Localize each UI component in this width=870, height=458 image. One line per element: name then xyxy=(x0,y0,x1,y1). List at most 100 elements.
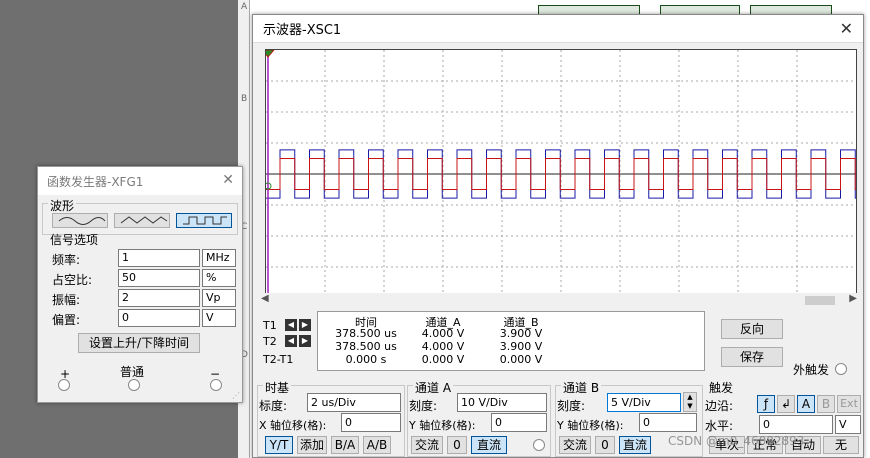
ruler-label-b: B xyxy=(241,94,248,104)
square-wave-icon xyxy=(183,216,227,225)
t2-t1-label: T2-T1 xyxy=(263,353,294,366)
channel-a-terminal[interactable] xyxy=(533,439,545,451)
triangle-wave-button[interactable] xyxy=(114,213,170,228)
timebase-scale-input[interactable]: 2 us/Div xyxy=(307,393,401,412)
channel-a-dc-button[interactable]: 直流 xyxy=(471,436,507,454)
channel-b-scale-label: 刻度: xyxy=(557,399,586,413)
sine-wave-icon xyxy=(58,217,106,225)
signal-options-label: 信号选项 xyxy=(50,233,99,247)
channel-a-zero-button[interactable]: 0 xyxy=(447,436,467,454)
readout-cell: 378.500 us xyxy=(335,340,397,353)
rise-fall-time-button[interactable]: 设置上升/下降时间 xyxy=(78,333,200,353)
timebase-scale-label: 标度: xyxy=(259,399,288,413)
channel-a-title: 通道 A xyxy=(413,379,454,396)
offset-label: 偏置: xyxy=(52,313,81,327)
save-button[interactable]: 保存 xyxy=(721,347,783,367)
scroll-left-icon[interactable]: ◀ xyxy=(261,293,269,304)
x-position-input[interactable]: 0 xyxy=(341,413,401,432)
channel-b-scale-input[interactable]: 5 V/Div xyxy=(607,393,681,412)
trigger-none-button[interactable]: 无 xyxy=(823,436,859,454)
t1-right-icon[interactable]: ▶ xyxy=(299,319,311,331)
t2-label: T2 xyxy=(263,335,277,348)
common-terminal-label: 普通 xyxy=(120,365,145,379)
channel-a-ypos-input[interactable]: 0 xyxy=(491,413,547,432)
readout-header-time: 时间 xyxy=(355,316,377,329)
t2-left-icon[interactable]: ◀ xyxy=(285,335,297,347)
readout-cell: 3.900 V xyxy=(499,340,543,353)
channel-b-dc-button[interactable]: 直流 xyxy=(619,436,651,454)
offset-input[interactable]: 0 xyxy=(118,309,200,327)
cursor-marker-icon xyxy=(261,49,275,58)
duty-cycle-label: 占空比: xyxy=(52,273,93,287)
trigger-source-a-button[interactable]: A xyxy=(797,395,815,413)
frequency-unit[interactable]: MHz xyxy=(202,249,236,267)
oscilloscope-window: 示波器-XSC1 ✕ ◀ ▶ T1 ◀ ▶ T2 ◀ ▶ T2-T1 时间 37… xyxy=(252,14,864,458)
t1-left-icon[interactable]: ◀ xyxy=(285,319,297,331)
function-generator-title: 函数发生器-XFG1 xyxy=(38,167,242,195)
trigger-title: 触发 xyxy=(709,381,734,395)
resize-grip-icon[interactable]: ⋰ xyxy=(232,391,240,400)
ruler-label-a: A xyxy=(241,2,248,12)
horizontal-scrollbar[interactable]: ◀ ▶ xyxy=(259,293,859,307)
close-icon[interactable]: ✕ xyxy=(840,19,853,38)
trigger-level-unit[interactable]: V xyxy=(835,415,861,434)
trigger-level-label: 水平: xyxy=(705,419,734,433)
duty-cycle-unit[interactable]: % xyxy=(202,269,236,287)
square-wave-button[interactable] xyxy=(176,213,232,228)
trigger-edge-label: 边沿: xyxy=(705,399,734,413)
channel-a-ypos-label: Y 轴位移(格): xyxy=(409,419,476,432)
channel-b-title: 通道 B xyxy=(561,379,602,396)
measurement-readout: 时间 378.500 us 378.500 us 0.000 s 通道_A 4.… xyxy=(317,311,705,371)
ext-trigger-label: 外触发 xyxy=(793,363,830,377)
frequency-label: 频率: xyxy=(52,253,81,267)
frequency-input[interactable]: 1 xyxy=(118,249,200,267)
channel-b-ac-button[interactable]: 交流 xyxy=(559,436,591,454)
plus-terminal[interactable] xyxy=(58,379,70,391)
amplitude-label: 振幅: xyxy=(52,293,81,307)
amplitude-unit[interactable]: Vp xyxy=(202,289,236,307)
readout-cell: 4.000 V xyxy=(421,327,465,340)
mode-add-button[interactable]: 添加 xyxy=(297,436,327,454)
rising-edge-icon[interactable]: ƒ xyxy=(757,395,775,413)
x-position-label: X 轴位移(格): xyxy=(259,419,327,432)
channel-a-scale-input[interactable]: 10 V/Div xyxy=(457,393,547,412)
waveform-display xyxy=(261,49,856,298)
mode-ba-button[interactable]: B/A xyxy=(331,436,359,454)
readout-header-channel-a: 通道_A xyxy=(425,316,461,329)
readout-cell: 3.900 V xyxy=(499,327,543,340)
readout-cell: 0.000 V xyxy=(499,353,543,366)
trigger-source-b-button[interactable]: B xyxy=(817,395,835,413)
scroll-right-icon[interactable]: ▶ xyxy=(849,293,857,304)
duty-cycle-input[interactable]: 50 xyxy=(118,269,200,287)
trigger-source-ext-button[interactable]: Ext xyxy=(837,395,861,413)
timebase-title: 时基 xyxy=(263,379,292,396)
readout-cell: 4.000 V xyxy=(421,340,465,353)
t2-right-icon[interactable]: ▶ xyxy=(299,335,311,347)
reverse-button[interactable]: 反向 xyxy=(721,319,783,339)
scroll-thumb[interactable] xyxy=(805,296,835,305)
minus-terminal[interactable] xyxy=(210,379,222,391)
channel-a-ac-button[interactable]: 交流 xyxy=(411,436,443,454)
mode-ab-button[interactable]: A/B xyxy=(363,436,391,454)
amplitude-input[interactable]: 2 xyxy=(118,289,200,307)
oscilloscope-screen[interactable] xyxy=(261,49,857,299)
close-icon[interactable]: ✕ xyxy=(222,172,234,188)
mode-yt-button[interactable]: Y/T xyxy=(265,436,293,454)
oscilloscope-title: 示波器-XSC1 xyxy=(253,15,863,43)
readout-cell: 0.000 V xyxy=(421,353,465,366)
falling-edge-icon[interactable]: ↲ xyxy=(777,395,795,413)
triangle-wave-icon xyxy=(120,216,168,224)
sine-wave-button[interactable] xyxy=(52,213,108,228)
channel-b-scale-spinner[interactable]: ▲ ▼ xyxy=(683,392,697,412)
trigger-level-input[interactable]: 0 xyxy=(759,415,833,434)
offset-unit[interactable]: V xyxy=(202,309,236,327)
readout-cell: 0.000 s xyxy=(345,353,387,366)
readout-cell: 378.500 us xyxy=(335,327,397,340)
channel-b-zero-button[interactable]: 0 xyxy=(595,436,615,454)
watermark-text: CSDN @m0_46082893 xyxy=(668,434,805,448)
common-terminal[interactable] xyxy=(128,379,140,391)
t1-label: T1 xyxy=(263,319,277,332)
ext-trigger-terminal[interactable] xyxy=(835,363,847,375)
channel-b-ypos-input[interactable]: 0 xyxy=(639,413,697,432)
channel-b-ypos-label: Y 轴位移(格): xyxy=(557,419,624,432)
